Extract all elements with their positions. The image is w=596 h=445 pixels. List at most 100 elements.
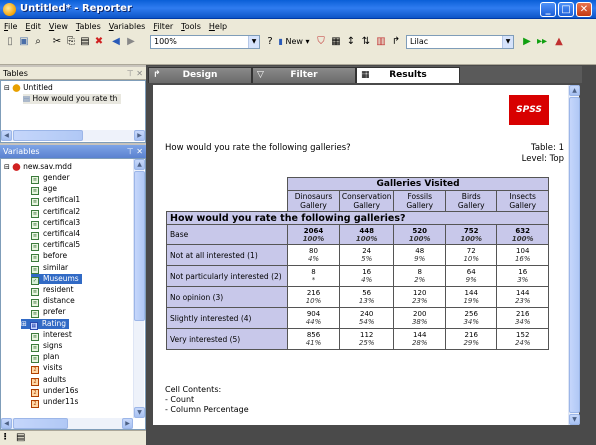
cell-percent: 54% (358, 318, 375, 326)
menu-item-help[interactable]: Help (209, 22, 227, 31)
variable-item[interactable]: ≡ resident (31, 285, 74, 296)
tab-filter[interactable]: ▽ Filter (252, 67, 356, 83)
variable-item[interactable]: ≡ certifical5 (31, 240, 80, 252)
menu-item-variables[interactable]: Variables (109, 22, 146, 31)
menu-item-tables[interactable]: Tables (76, 22, 101, 31)
menu-item-file[interactable]: File (4, 22, 17, 31)
pin-icon[interactable]: ⊤ ✕ (127, 67, 143, 80)
menu-item-tools[interactable]: Tools (181, 22, 201, 31)
new-button[interactable]: ▮ New ▾ (278, 35, 310, 48)
style-icon[interactable]: ↱ (389, 35, 403, 48)
zoom-select[interactable]: 100% ▼ (150, 35, 260, 49)
table-row: Not particularly interested (2) 8 * 16 4% 8 2%… (165, 265, 549, 287)
variable-label: resident (43, 285, 74, 294)
menu-item-filter[interactable]: Filter (153, 22, 173, 31)
variable-type-icon: ✓ (31, 276, 39, 285)
redo-icon[interactable]: ▶ (124, 35, 138, 48)
run-all-icon[interactable]: ▸▸ (535, 35, 549, 48)
cell-count: 216 (306, 289, 321, 297)
variable-item[interactable]: ≡ certifical3 (31, 218, 80, 229)
paste-icon[interactable]: ▤ (78, 35, 92, 48)
cell-count: 200 (413, 310, 427, 318)
help-icon[interactable]: ? (263, 35, 277, 48)
style-select[interactable]: Lilac ▼ (406, 35, 514, 49)
variable-item[interactable]: ≡ similar (31, 263, 68, 274)
chart-icon[interactable]: ▥ (374, 35, 388, 48)
delete-icon[interactable]: ✖ (92, 35, 106, 48)
filter-icon[interactable]: ⛉ (314, 35, 328, 48)
save-icon[interactable]: ▣ (17, 35, 31, 48)
variable-item[interactable]: ≡ before (31, 251, 67, 263)
maximize-button[interactable]: □ (558, 2, 574, 17)
new-file-icon[interactable]: ▯ (3, 35, 17, 48)
scroll-right-icon[interactable]: ▶ (134, 130, 145, 141)
table-properties-icon[interactable]: ▦ (329, 35, 343, 48)
variable-item[interactable]: 2 under16s (31, 386, 78, 397)
variable-type-icon: ≡ (31, 355, 39, 364)
cell-percent: 28% (411, 339, 428, 347)
table-cell: 104 16% (496, 244, 549, 266)
table-cell: 144 19% (444, 286, 498, 308)
variable-item[interactable]: ≡ certifical2 (31, 207, 80, 218)
variable-item[interactable]: ≡ age (31, 184, 57, 196)
scroll-down-icon[interactable]: ▼ (569, 414, 580, 425)
vertical-scrollbar[interactable]: ▲ ▼ (133, 159, 145, 418)
row-label: Slightly interested (4) (165, 307, 289, 329)
variable-item[interactable]: ⊞ ▦ Rating (21, 318, 70, 330)
variable-item[interactable]: ≡ certifical1 (31, 195, 80, 207)
list-view-icon[interactable]: ▤ (16, 432, 25, 443)
expand-icon[interactable]: ⊞ (21, 320, 27, 328)
horizontal-scrollbar[interactable]: ◀ ▶ (1, 418, 133, 429)
variable-item[interactable]: ≡ certifical4 (31, 229, 80, 240)
variable-item[interactable]: ≡ prefer (31, 307, 66, 319)
scroll-left-icon[interactable]: ◀ (1, 418, 12, 429)
horizontal-scrollbar[interactable]: ◀ ▶ (1, 130, 145, 141)
variable-item[interactable]: ≡ plan (31, 352, 59, 364)
tree-view-icon[interactable]: ⠇ (3, 433, 10, 443)
scroll-up-icon[interactable]: ▲ (134, 159, 145, 170)
report-vertical-scrollbar[interactable]: ▲ ▼ (568, 85, 580, 425)
variable-item[interactable]: ≡ gender (31, 173, 70, 184)
tab-results[interactable]: ▦ Results (356, 67, 460, 83)
variable-item[interactable]: ≡ distance (31, 296, 75, 308)
copy-icon[interactable]: ⎘ (64, 35, 78, 48)
variable-item[interactable]: 2 visits (31, 363, 62, 375)
find-icon[interactable]: ⌕ (31, 35, 45, 48)
variables-pane-title: Variables (3, 147, 40, 156)
variable-label: Rating (41, 318, 67, 328)
variable-item[interactable]: 2 adults (31, 375, 66, 386)
scroll-left-icon[interactable]: ◀ (1, 130, 12, 141)
scroll-down-icon[interactable]: ▼ (134, 407, 145, 418)
menu-item-edit[interactable]: Edit (25, 22, 41, 31)
cell-percent: 100% (408, 234, 431, 243)
variable-item[interactable]: ✓ Museums (31, 273, 82, 285)
undo-icon[interactable]: ◀ (109, 35, 123, 48)
variable-label: prefer (43, 307, 66, 317)
tables-root[interactable]: ⊟ ⬤ Untitled (4, 83, 53, 93)
pin-icon[interactable]: ⊤ ✕ (127, 145, 143, 158)
variable-item[interactable]: ≡ interest (31, 330, 72, 341)
cell-count: 216 (516, 310, 530, 318)
variable-item[interactable]: ≡ signs (31, 341, 62, 352)
cell-percent: 16% (514, 255, 531, 263)
variable-type-icon: ≡ (31, 299, 39, 308)
scroll-up-icon[interactable]: ▲ (569, 85, 580, 96)
cut-icon[interactable]: ✂ (50, 35, 64, 48)
stop-icon[interactable]: ▲ (552, 35, 566, 48)
scroll-right-icon[interactable]: ▶ (122, 418, 133, 429)
table-item[interactable]: ▤ How would you rate th (23, 94, 122, 104)
cell-percent: 5% (361, 255, 373, 263)
tab-design[interactable]: ↱ Design (148, 67, 252, 83)
question-text: How would you rate the following galleri… (165, 143, 351, 153)
table-row: Base 2064 100% 448 100% 520 100% 752 100% 632 100% (165, 224, 549, 245)
close-button[interactable]: ✕ (576, 2, 592, 17)
run-icon[interactable]: ▶ (520, 35, 534, 48)
menu-item-view[interactable]: View (49, 22, 68, 31)
variable-item[interactable]: 2 under11s (31, 397, 78, 408)
transpose-icon[interactable]: ⇅ (359, 35, 373, 48)
cell-count: 632 (515, 226, 531, 235)
cell-percent: 44% (305, 318, 322, 326)
sort-icon[interactable]: ↕ (344, 35, 358, 48)
variables-root[interactable]: ⊟ ⬤ new.sav.mdd (4, 162, 72, 172)
minimize-button[interactable]: _ (540, 2, 556, 17)
